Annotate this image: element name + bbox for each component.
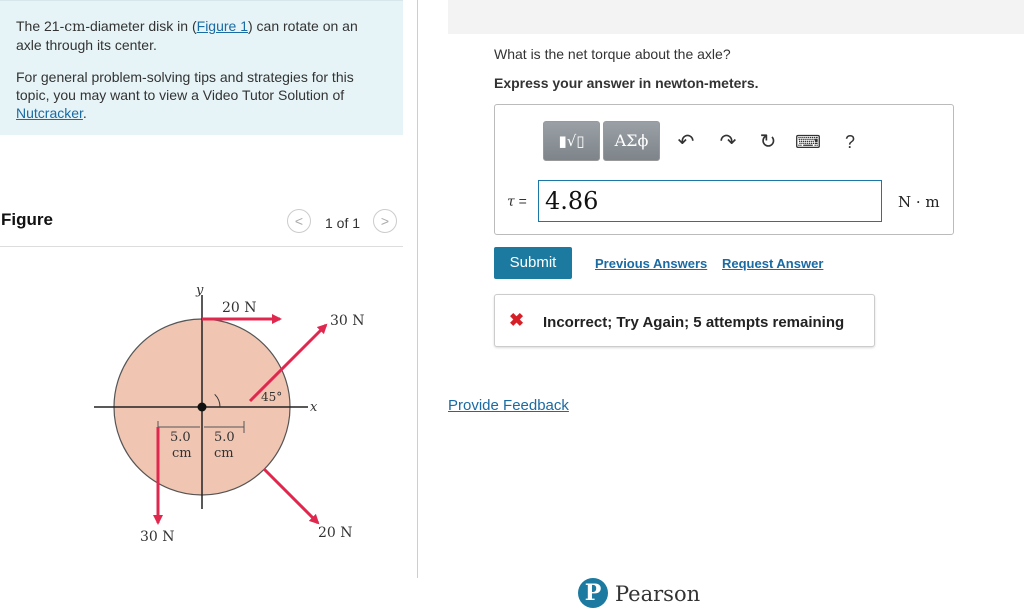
intro-text: -diameter disk in ( [85,18,197,34]
undo-icon[interactable]: ↶ [673,129,699,155]
intro-text: For general problem-solving tips and str… [16,69,354,103]
y-axis-label: y [195,283,204,298]
answer-instruction: Express your answer in newton-meters. [494,75,759,91]
feedback-box: ✖ Incorrect; Try Again; 5 attempts remai… [494,294,875,347]
disk-figure: 45° y x 5.0 cm 5.0 cm 20 N 30 N 20 N 30 … [94,283,365,545]
part-header-bar [448,0,1024,34]
figure-link[interactable]: Figure 1 [197,18,248,34]
fraction-sqrt-icon: ▮√▯ [558,132,585,150]
force-label-left: 30 N [140,529,175,545]
previous-answers-link[interactable]: Previous Answers [595,256,707,271]
tau-symbol: τ [507,194,515,210]
answer-box: ▮√▯ ΑΣϕ ↶ ↷ ↻ ⌨ ? τ = 4.86 N · m [494,104,954,235]
x-axis-label: x [310,400,318,415]
variable-label: τ = [507,193,527,210]
provide-feedback-link[interactable]: Provide Feedback [448,397,569,414]
question-text: What is the net torque about the axle? [494,46,731,62]
request-answer-link[interactable]: Request Answer [722,256,823,271]
force-label-lower-right: 20 N [318,525,353,541]
pearson-p-icon: P [578,578,608,608]
intro-paragraph-1: The 21-cm-diameter disk in (Figure 1) ca… [16,17,387,54]
unit-cm: cm [64,19,86,35]
answer-input[interactable]: 4.86 [538,180,882,222]
greek-symbols-button[interactable]: ΑΣϕ [603,121,660,161]
incorrect-x-icon: ✖ [509,310,525,330]
feedback-message: Incorrect; Try Again; 5 attempts remaini… [543,314,845,331]
force-label-upper-right: 30 N [330,313,365,329]
reset-icon[interactable]: ↻ [755,129,781,155]
dist-left-unit: cm [172,446,192,461]
figure-count: 1 of 1 [325,215,361,231]
help-icon[interactable]: ? [837,129,863,155]
problem-intro: The 21-cm-diameter disk in (Figure 1) ca… [0,0,403,135]
left-panel: The 21-cm-diameter disk in (Figure 1) ca… [0,0,418,613]
angle-label: 45° [261,390,282,404]
intro-text: . [82,105,87,121]
figure-title: Figure [1,210,53,229]
templates-button[interactable]: ▮√▯ [543,121,600,161]
force-arrow-lower-right [262,467,320,525]
dist-left-value: 5.0 [170,430,191,445]
right-panel: What is the net torque about the axle? E… [418,0,1024,613]
intro-paragraph-2: For general problem-solving tips and str… [16,68,387,122]
next-figure-button[interactable]: > [373,209,397,233]
intro-text: The 21- [16,18,65,34]
keyboard-icon[interactable]: ⌨ [795,129,821,155]
unit-label: N · m [898,193,940,211]
redo-icon[interactable]: ↷ [715,129,741,155]
prev-figure-button[interactable]: < [287,209,311,233]
nutcracker-link[interactable]: Nutcracker [16,105,83,121]
pearson-brand: Pearson [615,582,701,606]
figure-header: Figure < 1 of 1 > [0,206,403,247]
dist-right-value: 5.0 [214,430,235,445]
equals-sign: = [514,193,527,209]
force-label-top: 20 N [222,300,257,316]
submit-button[interactable]: Submit [494,247,572,279]
greek-letters-icon: ΑΣϕ [614,131,649,150]
dist-right-unit: cm [214,446,234,461]
axle [197,402,207,412]
